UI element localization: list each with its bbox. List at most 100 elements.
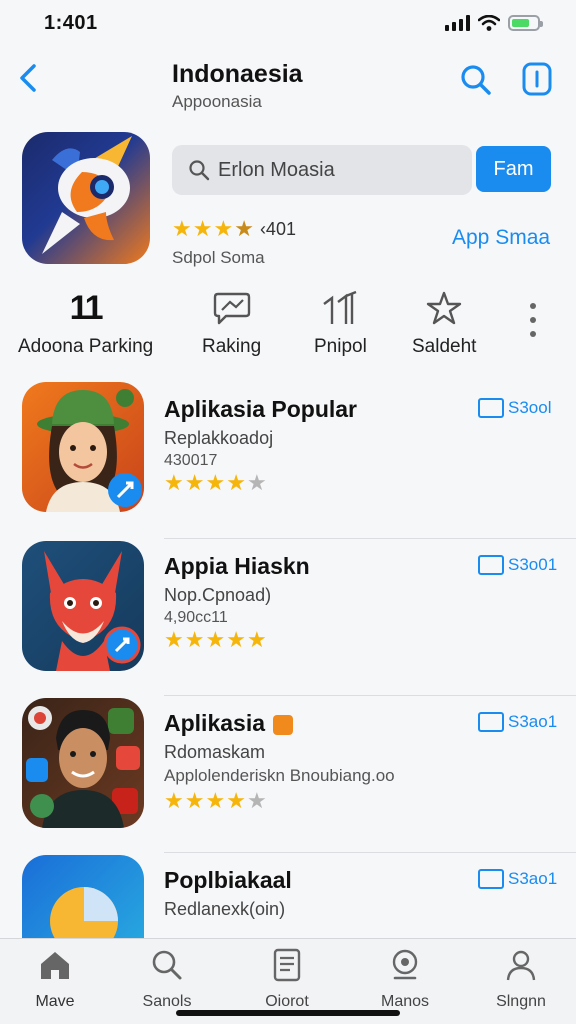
- signal-icon: [445, 15, 470, 31]
- category-item[interactable]: Pnipol: [314, 288, 367, 358]
- tab-search[interactable]: Sanols: [122, 947, 212, 1011]
- list-item[interactable]: Aplikasia Popular Replakkoadoj 430017 ★ …: [0, 382, 576, 539]
- app-icon[interactable]: [22, 382, 144, 512]
- star-outline-icon: [424, 288, 464, 328]
- back-button[interactable]: [14, 58, 44, 98]
- search-input[interactable]: Erlon Moasia: [172, 145, 472, 195]
- tab-profile[interactable]: Slngnn: [476, 947, 566, 1011]
- star-icon: ★: [246, 627, 267, 652]
- download-box-icon: [478, 555, 504, 575]
- app-name: Aplikasia Popular: [164, 396, 358, 422]
- tab-label: Mave: [35, 993, 75, 1010]
- get-button-label: S3ao1: [508, 869, 558, 888]
- get-button[interactable]: S3ao1: [478, 712, 557, 732]
- rating-count: ‹401: [259, 218, 296, 239]
- app-name: Appia Hiaskn: [164, 553, 310, 579]
- profile-icon: [506, 950, 536, 981]
- category-label: Adoona Parking: [18, 336, 154, 357]
- star-rating: ★ ★ ★ ★: [172, 218, 254, 240]
- get-button[interactable]: S3o01: [478, 555, 557, 575]
- star-icon: ★: [205, 470, 226, 495]
- star-icon: ★: [213, 216, 234, 241]
- app-link[interactable]: App Smaa: [452, 226, 550, 250]
- star-icon: ★: [205, 788, 226, 813]
- page-subtitle: Appoonasia: [172, 92, 262, 111]
- star-rating: ★ ★ ★ ★ ★: [164, 472, 267, 494]
- header: Indonaesia Appoonasia: [0, 52, 576, 122]
- app-meta: 430017: [164, 452, 218, 469]
- featured-app-icon[interactable]: [22, 132, 150, 264]
- star-icon: ★: [246, 470, 267, 495]
- app-icon[interactable]: [22, 855, 144, 951]
- search-icon[interactable]: [456, 60, 496, 100]
- category-item[interactable]: 11 Adoona Parking: [18, 288, 153, 358]
- star-icon: ★: [192, 216, 213, 241]
- star-icon: ★: [184, 788, 205, 813]
- app-meta: 4,90cc11: [164, 609, 228, 626]
- star-rating: ★ ★ ★ ★ ★: [164, 629, 267, 651]
- rocket-icon: [42, 136, 132, 254]
- chat-icon: [212, 288, 252, 328]
- star-icon: ★: [226, 470, 246, 495]
- download-box-icon: [478, 398, 504, 418]
- list-item[interactable]: Appia Hiaskn Nop.Cpnoad) 4,90cc11 ★ ★ ★ …: [0, 539, 576, 696]
- app-icon[interactable]: [22, 541, 144, 671]
- document-icon: [273, 948, 301, 982]
- tab-podcasts[interactable]: Manos: [360, 947, 450, 1011]
- category-label: Pnipol: [314, 336, 367, 357]
- podcast-icon: [392, 949, 418, 980]
- get-button-label: S3ool: [508, 398, 552, 417]
- search-icon: [152, 950, 182, 980]
- number-icon: 11: [69, 288, 104, 327]
- get-button-label: S3ao1: [508, 712, 558, 731]
- category-row: 11 Adoona Parking Raking Pnipol Saldeht: [0, 288, 576, 362]
- status-time: 1:401: [44, 11, 98, 34]
- avatar-icon: [37, 389, 142, 512]
- tab-label: Slngnn: [496, 993, 546, 1010]
- star-icon: ★: [205, 627, 226, 652]
- category-item[interactable]: Raking: [202, 288, 261, 358]
- star-icon: ★: [184, 627, 205, 652]
- category-label: Saldeht: [412, 336, 477, 357]
- star-icon: ★: [164, 470, 184, 495]
- get-button[interactable]: S3ool: [478, 398, 551, 418]
- star-icon: ★: [246, 788, 267, 813]
- tab-home[interactable]: Mave: [10, 947, 100, 1011]
- more-icon[interactable]: [524, 296, 542, 344]
- app-developer: Redlanexk(oin): [164, 899, 286, 919]
- app-icon[interactable]: [22, 698, 144, 828]
- featured-rating: ★ ★ ★ ★ ‹401: [172, 218, 296, 240]
- page-title: Indonaesia: [172, 60, 303, 88]
- star-icon: ★: [234, 216, 254, 241]
- category-label: Raking: [202, 336, 262, 357]
- star-icon: ★: [164, 788, 184, 813]
- category-item[interactable]: Saldeht: [412, 288, 476, 358]
- get-button[interactable]: S3ao1: [478, 869, 557, 889]
- download-box-icon: [478, 712, 504, 732]
- tab-documents[interactable]: Oiorot: [242, 947, 332, 1011]
- app-developer: Nop.Cpnoad): [164, 585, 272, 605]
- avatar-icon: [26, 706, 140, 828]
- battery-icon: [508, 15, 543, 31]
- search-input-text: Erlon Moasia: [218, 158, 335, 181]
- home-icon: [41, 952, 69, 979]
- download-box-icon: [478, 869, 504, 889]
- info-icon[interactable]: [520, 60, 554, 98]
- star-icon: ★: [172, 216, 192, 241]
- list-item[interactable]: Aplikasia Rdomaskam Applolenderiskn Bnou…: [0, 696, 576, 853]
- status-icons: [445, 15, 543, 31]
- app-name: Aplikasia: [164, 710, 293, 737]
- tab-label: Oiorot: [265, 993, 309, 1010]
- home-indicator[interactable]: [176, 1010, 400, 1016]
- primary-button[interactable]: Fam: [476, 146, 551, 192]
- wifi-icon: [478, 15, 500, 31]
- app-meta: Applolenderiskn Bnoubiang.oo: [164, 766, 395, 785]
- star-icon: ★: [226, 788, 246, 813]
- status-bar: 1:401: [0, 0, 576, 46]
- tab-label: Manos: [380, 993, 430, 1010]
- app-developer: Replakkoadoj: [164, 428, 274, 448]
- fox-icon: [44, 551, 141, 671]
- featured-subtitle: Sdpol Soma: [172, 248, 265, 267]
- star-icon: ★: [164, 627, 184, 652]
- chat-bubble-icon: [50, 887, 118, 951]
